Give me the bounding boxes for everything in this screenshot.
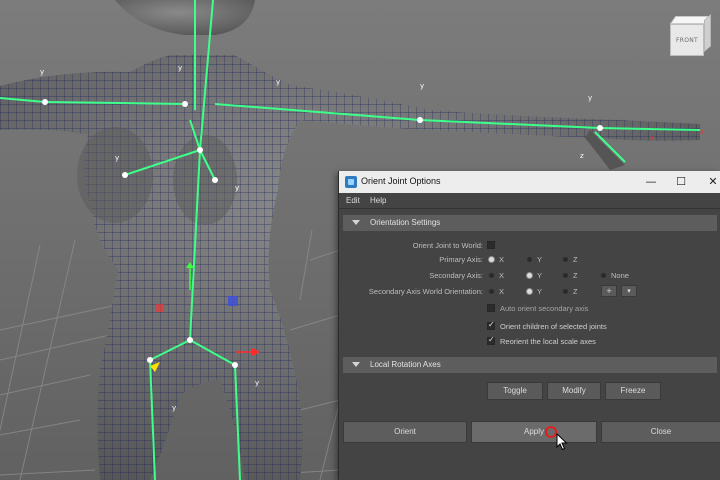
primary-axis-z-label: Z — [573, 255, 578, 264]
svg-text:y: y — [255, 379, 259, 387]
modify-button[interactable]: Modify — [547, 382, 601, 400]
svg-text:x: x — [650, 134, 654, 142]
secondary-axis-z-radio[interactable] — [563, 273, 568, 278]
svg-text:y: y — [115, 154, 119, 162]
secondary-axis-y-radio[interactable] — [527, 273, 532, 278]
svg-text:y: y — [588, 94, 592, 102]
secondary-axis-x-label: X — [499, 271, 505, 280]
svg-text:y: y — [235, 184, 239, 192]
primary-axis-label: Primary Axis: — [439, 255, 483, 264]
orient-children-checkbox[interactable] — [487, 320, 495, 330]
world-orientation-x-radio[interactable] — [489, 289, 494, 294]
secondary-axis-z-label: Z — [573, 271, 578, 280]
reorient-local-scale-checkbox[interactable] — [487, 335, 495, 345]
apply-button[interactable]: Apply — [471, 421, 597, 443]
dialog-menubar: Edit Help — [339, 193, 720, 209]
section-orientation-settings[interactable]: Orientation Settings — [343, 215, 717, 231]
svg-text:y: y — [178, 64, 182, 72]
world-orientation-z-radio[interactable] — [563, 289, 568, 294]
svg-text:x: x — [700, 128, 704, 136]
view-cube-side[interactable] — [704, 14, 711, 52]
primary-axis-z-radio[interactable] — [563, 257, 568, 262]
maximize-button[interactable]: ☐ — [671, 173, 691, 191]
collapse-arrow-icon — [352, 220, 360, 225]
world-orientation-x-label: X — [499, 287, 505, 296]
freeze-button[interactable]: Freeze — [605, 382, 661, 400]
reorient-local-scale-label: Reorient the local scale axes — [500, 337, 596, 346]
world-orientation-y-label: Y — [537, 287, 543, 296]
section-orientation-settings-label: Orientation Settings — [370, 218, 441, 227]
svg-text:y: y — [276, 78, 280, 86]
secondary-axis-none-label: None — [611, 271, 629, 280]
maya-app-icon — [345, 176, 357, 188]
mouse-cursor-icon — [556, 433, 568, 451]
orient-button[interactable]: Orient — [343, 421, 467, 443]
world-orientation-z-label: Z — [573, 287, 578, 296]
primary-axis-x-label: X — [499, 255, 505, 264]
dialog-title: Orient Joint Options — [361, 176, 441, 186]
world-orientation-y-radio[interactable] — [527, 289, 532, 294]
world-orientation-dropdown-button[interactable]: ▾ — [621, 285, 637, 297]
world-orientation-sign-button[interactable]: + — [601, 285, 617, 297]
secondary-axis-world-orientation-label: Secondary Axis World Orientation: — [368, 287, 483, 296]
minimize-button[interactable]: — — [641, 173, 661, 191]
orient-joint-options-dialog: Orient Joint Options — ☐ ✕ Edit Help Ori… — [338, 171, 720, 480]
close-window-button[interactable]: ✕ — [703, 173, 720, 191]
auto-orient-secondary-axis-checkbox[interactable] — [487, 304, 495, 312]
orient-joint-to-world-label: Orient Joint to World: — [412, 241, 483, 250]
primary-axis-y-label: Y — [537, 255, 543, 264]
dialog-titlebar[interactable]: Orient Joint Options — ☐ ✕ — [339, 171, 720, 193]
svg-text:y: y — [40, 68, 44, 76]
menu-help[interactable]: Help — [370, 196, 386, 205]
secondary-axis-none-radio[interactable] — [601, 273, 606, 278]
menubar-divider — [339, 208, 720, 209]
secondary-axis-y-label: Y — [537, 271, 543, 280]
primary-axis-y-radio[interactable] — [527, 257, 532, 262]
auto-orient-secondary-axis-label: Auto orient secondary axis — [500, 304, 589, 313]
secondary-axis-x-radio[interactable] — [489, 273, 494, 278]
view-cube-front-face[interactable]: FRONT — [670, 24, 704, 56]
toggle-button[interactable]: Toggle — [487, 382, 543, 400]
section-local-rotation-axes-label: Local Rotation Axes — [370, 360, 441, 369]
section-local-rotation-axes[interactable]: Local Rotation Axes — [343, 357, 717, 373]
menu-edit[interactable]: Edit — [346, 196, 360, 205]
svg-text:y: y — [172, 404, 176, 412]
collapse-arrow-icon — [352, 362, 360, 367]
primary-axis-x-radio[interactable] — [489, 257, 494, 262]
svg-text:z: z — [580, 152, 584, 160]
svg-text:y: y — [420, 82, 424, 90]
orient-joint-to-world-checkbox[interactable] — [487, 241, 495, 249]
view-cube[interactable]: FRONT — [664, 10, 712, 58]
close-button[interactable]: Close — [601, 421, 720, 443]
orient-children-label: Orient children of selected joints — [500, 322, 607, 331]
secondary-axis-label: Secondary Axis: — [429, 271, 483, 280]
